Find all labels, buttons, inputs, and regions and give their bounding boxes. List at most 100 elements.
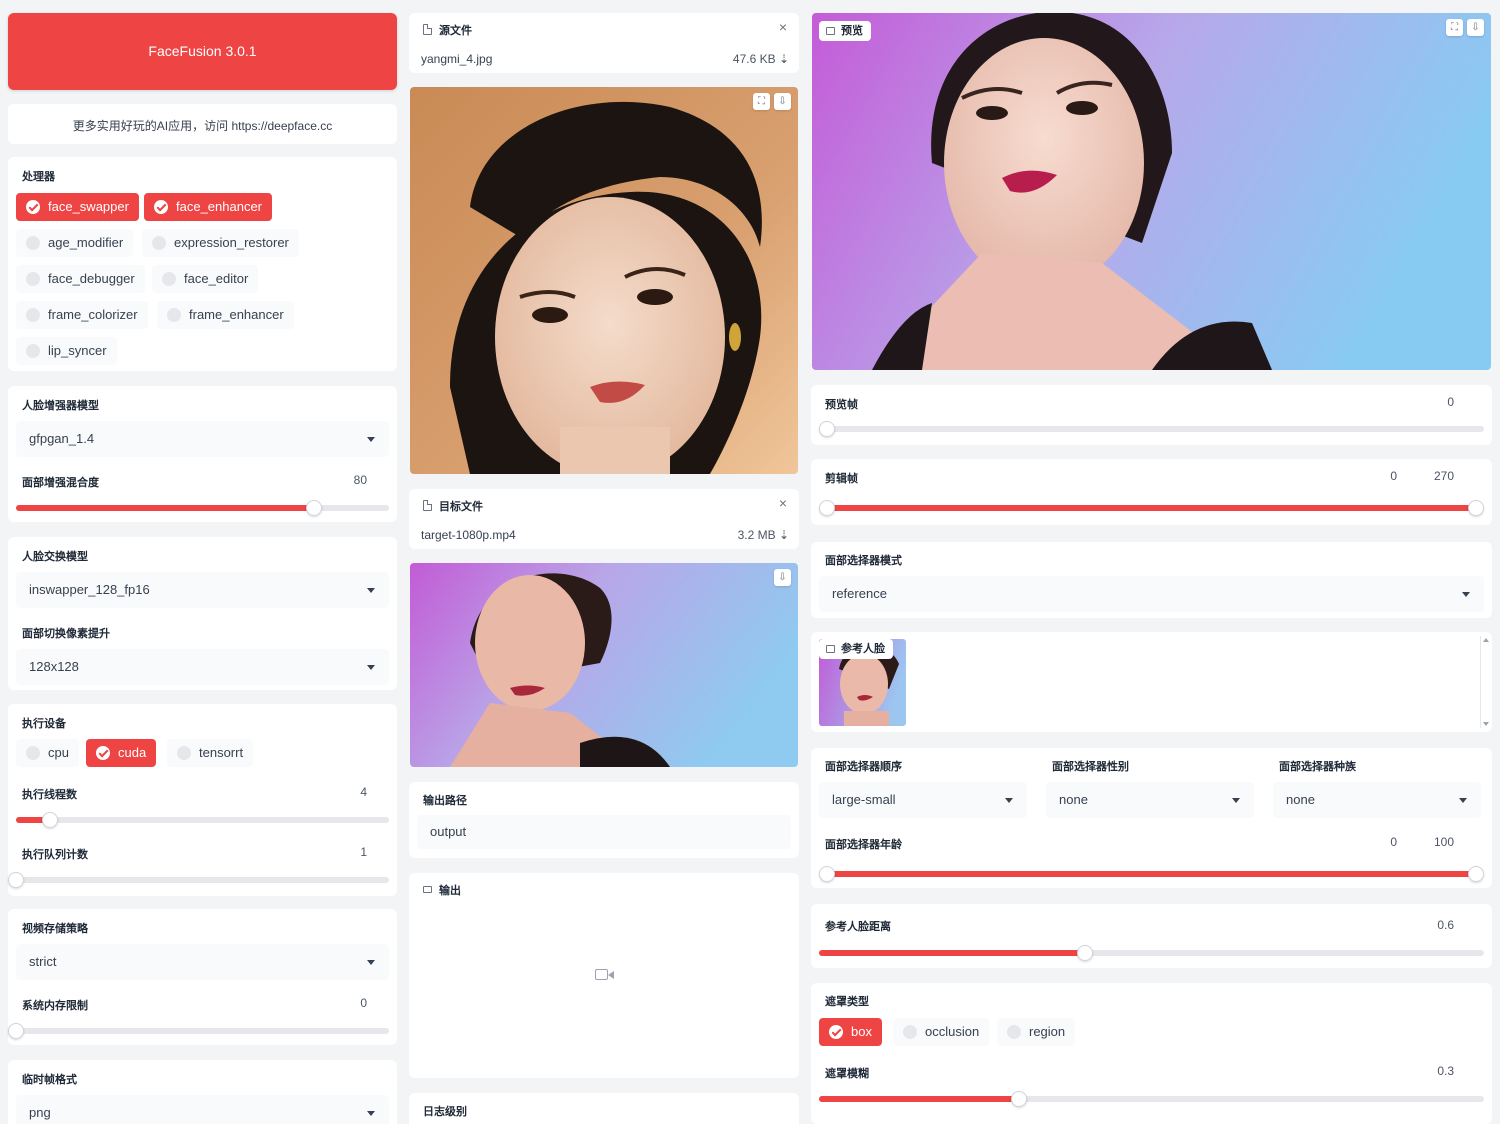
system-memory-limit-label: 系统内存限制: [22, 1000, 88, 1012]
reference-distance-label: 参考人脸距离: [825, 921, 891, 933]
reference-distance-slider[interactable]: [819, 945, 1484, 961]
check-icon: [96, 746, 110, 760]
face-enhancer-blend-label: 面部增强混合度: [22, 477, 99, 489]
video-camera-icon: [423, 886, 432, 893]
processors-panel: 处理器 face_swapper face_enhancer age_modifie…: [8, 157, 397, 371]
slider-knob[interactable]: [8, 872, 24, 888]
close-icon[interactable]: ×: [779, 19, 787, 35]
checkbox-circle-icon: [903, 1025, 917, 1039]
face-enhancer-panel: 人脸增强器模型 gfpgan_1.4 面部增强混合度 80: [8, 386, 397, 522]
checkbox-face-debugger[interactable]: face_debugger: [16, 265, 145, 293]
system-memory-limit-slider[interactable]: [8, 1023, 389, 1039]
source-file-panel: 源文件 × yangmi_4.jpg 47.6 KB ⇣: [409, 13, 799, 73]
checkbox-frame-colorizer[interactable]: frame_colorizer: [16, 301, 148, 329]
checkbox-label: box: [851, 1024, 872, 1039]
checkbox-face-editor[interactable]: face_editor: [152, 265, 259, 293]
execution-panel: 执行设备 cpu cuda tensorrt 执行线程数 4 执行队列计数 1: [8, 704, 397, 896]
face-selector-mode-select[interactable]: reference: [819, 576, 1484, 612]
face-enhancer-model-label: 人脸增强器模型: [22, 400, 99, 412]
pixel-boost-select[interactable]: 128x128: [16, 649, 389, 685]
output-path-label: 输出路径: [423, 795, 467, 807]
output-path-input[interactable]: output: [417, 815, 791, 849]
checkbox-lip-syncer[interactable]: lip_syncer: [16, 337, 117, 365]
fullscreen-icon[interactable]: ⛶: [753, 93, 770, 110]
slider-knob[interactable]: [306, 500, 323, 516]
target-filename[interactable]: target-1080p.mp4: [421, 528, 516, 542]
system-memory-limit-input[interactable]: 0: [321, 991, 375, 1015]
close-icon[interactable]: ×: [779, 495, 787, 511]
face-selector-gender-label: 面部选择器性别: [1052, 761, 1129, 773]
face-enhancer-blend-input[interactable]: 80: [321, 468, 375, 492]
trim-frame-start-input[interactable]: 0: [1351, 464, 1405, 488]
face-selector-order-label: 面部选择器顺序: [825, 761, 902, 773]
checkbox-expression-restorer[interactable]: expression_restorer: [142, 229, 299, 257]
scroll-down-icon[interactable]: [1483, 722, 1489, 726]
checkbox-age-modifier[interactable]: age_modifier: [16, 229, 134, 257]
mask-blur-input[interactable]: 0.3: [1408, 1059, 1462, 1083]
slider-knob[interactable]: [1077, 945, 1093, 961]
slider-knob[interactable]: [8, 1023, 24, 1039]
source-filename[interactable]: yangmi_4.jpg: [421, 52, 492, 66]
execution-threads-slider[interactable]: [16, 812, 389, 828]
checkbox-cpu[interactable]: cpu: [16, 739, 79, 767]
temp-frame-format-select[interactable]: png: [16, 1095, 389, 1124]
mask-blur-label: 遮罩模糊: [825, 1068, 869, 1080]
slider-knob-start[interactable]: [819, 500, 835, 516]
gallery-scrollbar[interactable]: [1480, 636, 1489, 728]
trim-frame-range-slider[interactable]: [819, 500, 1484, 516]
banner-text[interactable]: 更多实用好玩的AI应用，访问 https://deepface.cc: [8, 117, 397, 134]
mask-panel: 遮罩类型 box occlusion region 遮罩模糊 0.3: [811, 983, 1492, 1124]
chevron-down-icon: [367, 437, 375, 442]
download-icon[interactable]: ⇩: [1467, 19, 1484, 36]
video-memory-strategy-select[interactable]: strict: [16, 944, 389, 980]
checkbox-box[interactable]: box: [819, 1018, 882, 1046]
checkbox-tensorrt[interactable]: tensorrt: [167, 739, 254, 767]
temp-frame-format-value: png: [29, 1105, 51, 1120]
scroll-up-icon[interactable]: [1483, 638, 1489, 642]
reference-distance-input[interactable]: 0.6: [1408, 913, 1462, 937]
memory-panel: 视频存储策略 strict 系统内存限制 0: [8, 909, 397, 1045]
execution-threads-label: 执行线程数: [22, 789, 77, 801]
face-enhancer-blend-slider[interactable]: [16, 500, 389, 516]
slider-knob-end[interactable]: [1468, 866, 1484, 882]
slider-knob[interactable]: [819, 421, 835, 437]
face-selector-race-select[interactable]: none: [1273, 782, 1481, 818]
checkbox-region[interactable]: region: [997, 1018, 1076, 1046]
execution-threads-input[interactable]: 4: [321, 780, 375, 804]
video-memory-strategy-label: 视频存储策略: [22, 923, 88, 935]
reference-face-tag: 参考人脸: [819, 639, 893, 659]
mask-blur-slider[interactable]: [819, 1091, 1484, 1107]
slider-fill: [827, 505, 1476, 511]
slider-knob-start[interactable]: [819, 866, 835, 882]
checkbox-label: face_enhancer: [176, 199, 263, 214]
checkbox-face-enhancer[interactable]: face_enhancer: [144, 193, 273, 221]
source-filesize[interactable]: 47.6 KB ⇣: [733, 52, 789, 66]
trim-frame-panel: 剪辑帧 0 270: [811, 459, 1492, 525]
target-filesize[interactable]: 3.2 MB ⇣: [738, 528, 789, 542]
download-icon[interactable]: ⇩: [774, 569, 791, 586]
checkbox-frame-enhancer[interactable]: frame_enhancer: [157, 301, 294, 329]
slider-knob[interactable]: [1010, 1091, 1027, 1107]
download-icon[interactable]: ⇩: [774, 93, 791, 110]
slider-knob[interactable]: [41, 812, 58, 828]
checkbox-cuda[interactable]: cuda: [86, 739, 157, 767]
target-video[interactable]: ⇩: [410, 563, 798, 767]
checkbox-label: face_editor: [184, 271, 249, 286]
face-selector-order-select[interactable]: large-small: [819, 782, 1027, 818]
face-selector-gender-select[interactable]: none: [1046, 782, 1254, 818]
execution-queue-input[interactable]: 1: [321, 840, 375, 864]
preview-frame-input[interactable]: 0: [1408, 390, 1462, 414]
execution-queue-slider[interactable]: [8, 872, 389, 888]
checkbox-label: frame_colorizer: [48, 307, 138, 322]
face-swapper-model-select[interactable]: inswapper_128_fp16: [16, 572, 389, 608]
fullscreen-icon[interactable]: ⛶: [1446, 19, 1463, 36]
preview-frame-slider[interactable]: [819, 421, 1484, 437]
trim-frame-end-input[interactable]: 270: [1408, 464, 1462, 488]
face-selector-age-start-input[interactable]: 0: [1351, 830, 1405, 854]
face-enhancer-model-select[interactable]: gfpgan_1.4: [16, 421, 389, 457]
face-selector-age-end-input[interactable]: 100: [1408, 830, 1462, 854]
checkbox-face-swapper[interactable]: face_swapper: [16, 193, 139, 221]
checkbox-occlusion[interactable]: occlusion: [893, 1018, 990, 1046]
face-selector-age-range-slider[interactable]: [819, 866, 1484, 882]
slider-knob-end[interactable]: [1468, 500, 1484, 516]
